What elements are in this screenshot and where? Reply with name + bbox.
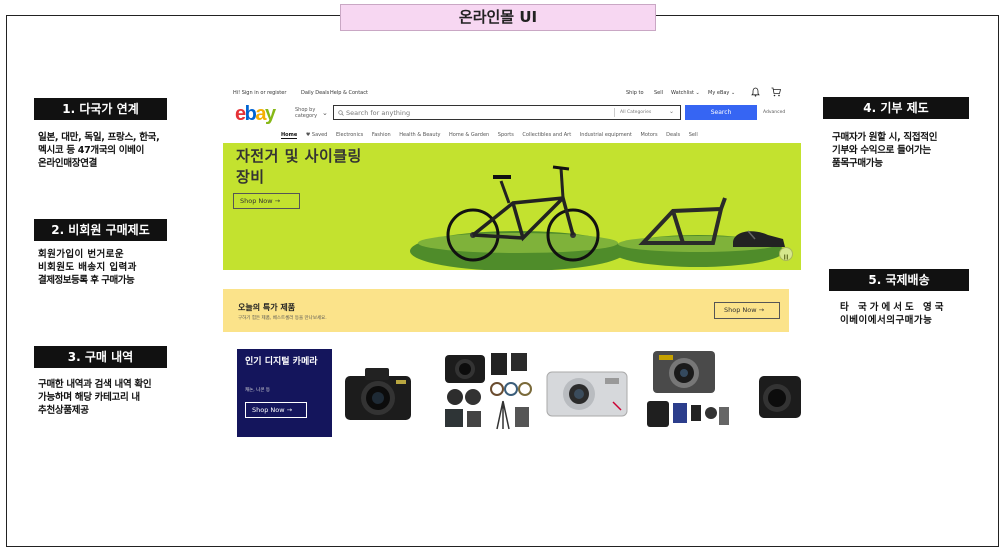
camera-shop-now-button[interactable]: Shop Now → <box>245 402 307 418</box>
feature-desc-2: 회원가입이 번거로운 비회원도 배송지 입력과 결제정보등록 후 구매가능 <box>38 249 137 286</box>
search-button[interactable]: Search <box>685 105 757 120</box>
deal-title: 오늘의 특가 제품 <box>238 303 296 312</box>
ebay-screenshot: Hi! Sign in or register Daily Deals Help… <box>223 84 801 444</box>
nav-home[interactable]: Home <box>281 132 298 139</box>
ship-to-link[interactable]: Ship to <box>626 90 644 96</box>
advanced-search-link[interactable]: Advanced <box>763 110 785 115</box>
nav-collectibles[interactable]: Collectibles and Art <box>522 132 571 138</box>
category-chevron-icon[interactable]: ⌄ <box>669 108 674 115</box>
nav-health-beauty[interactable]: Health & Beauty <box>399 132 440 138</box>
search-icon <box>338 110 344 116</box>
nav-sell[interactable]: Sell <box>689 132 698 138</box>
camera-subtitle: 캐논, 니콘 등 <box>245 388 270 393</box>
deal-shop-now-button[interactable]: Shop Now → <box>714 302 780 319</box>
search-placeholder: Search for anything <box>346 109 411 117</box>
feature-desc-4: 구매자가 원할 시, 직접적인 기부와 수익으로 들어가는 품목구매가능 <box>832 132 938 169</box>
camera-title: 인기 디지털 카메라 <box>245 357 318 367</box>
page-title: 온라인몰 UI <box>340 4 656 31</box>
feature-label-3: 3. 구매 내역 <box>34 346 167 368</box>
my-ebay-link[interactable]: My eBay ⌄ <box>708 90 735 96</box>
feature-label-2: 2. 비회원 구매제도 <box>34 219 167 241</box>
feature-label-5: 5. 국제배송 <box>829 269 969 291</box>
chevron-down-icon[interactable]: ⌄ <box>322 109 328 117</box>
help-link[interactable]: Help & Contact <box>330 90 368 96</box>
nav-saved[interactable]: ♥ Saved <box>306 132 328 138</box>
watchlist-link[interactable]: Watchlist ⌄ <box>671 90 700 96</box>
search-divider <box>614 108 615 117</box>
hero-shop-now-button[interactable]: Shop Now → <box>233 193 300 209</box>
sell-link[interactable]: Sell <box>654 90 663 96</box>
product-camera-bundle[interactable] <box>643 349 733 435</box>
top-bar: Hi! Sign in or register Daily Deals Help… <box>233 87 793 99</box>
sign-in-link[interactable]: Hi! Sign in or register <box>233 90 286 96</box>
nav-fashion[interactable]: Fashion <box>372 132 391 138</box>
hero-banner[interactable]: 자전거 및 사이클링 장비 Shop Now → <box>223 143 801 270</box>
bell-icon[interactable] <box>751 87 760 99</box>
product-camera-partial[interactable] <box>749 366 801 422</box>
search-input[interactable]: Search for anything All Categories ⌄ <box>333 105 681 120</box>
category-select[interactable]: All Categories <box>620 110 651 115</box>
nav-sports[interactable]: Sports <box>498 132 514 138</box>
deal-subtitle: 구하기 힘든 제품, 베스트셀러 등을 만나보세요. <box>238 316 327 321</box>
nav-electronics[interactable]: Electronics <box>336 132 363 138</box>
product-dslr-camera[interactable] <box>341 364 415 426</box>
nav-industrial[interactable]: Industrial equipment <box>580 132 632 138</box>
nav-motors[interactable]: Motors <box>641 132 658 138</box>
product-compact-camera[interactable] <box>543 366 631 422</box>
nav-home-garden[interactable]: Home & Garden <box>449 132 489 138</box>
nav-deals[interactable]: Deals <box>666 132 680 138</box>
feature-label-4: 4. 기부 제도 <box>823 97 969 119</box>
daily-deals-link[interactable]: Daily Deals <box>301 90 329 96</box>
deal-banner[interactable]: 오늘의 특가 제품 구하기 힘든 제품, 베스트셀러 등을 만나보세요. Sho… <box>223 289 789 332</box>
bicycle-image <box>410 165 785 270</box>
pause-icon[interactable] <box>779 247 793 261</box>
product-camera-kit[interactable] <box>441 349 535 431</box>
feature-desc-1: 일본, 대만, 독일, 프랑스, 한국, 멕시코 등 47개국의 이베이 온라인매장… <box>38 132 160 169</box>
cart-icon[interactable] <box>771 87 782 99</box>
camera-promo-card[interactable]: 인기 디지털 카메라 캐논, 니콘 등 Shop Now → <box>237 349 332 437</box>
category-nav: Home ♥ Saved Electronics Fashion Health … <box>281 132 705 139</box>
hero-title: 자전거 및 사이클링 장비 <box>236 147 362 186</box>
feature-desc-5: 타 국가에서도 영국 이베이에서의구매가능 <box>840 302 947 326</box>
shop-by-category[interactable]: Shop by category <box>295 107 321 119</box>
ebay-logo[interactable]: ebay <box>235 103 276 126</box>
feature-desc-3: 구매한 내역과 검색 내역 확인 가능하며 해당 카테고리 내 추천상품제공 <box>38 379 152 416</box>
feature-label-1: 1. 다국가 연계 <box>34 98 167 120</box>
